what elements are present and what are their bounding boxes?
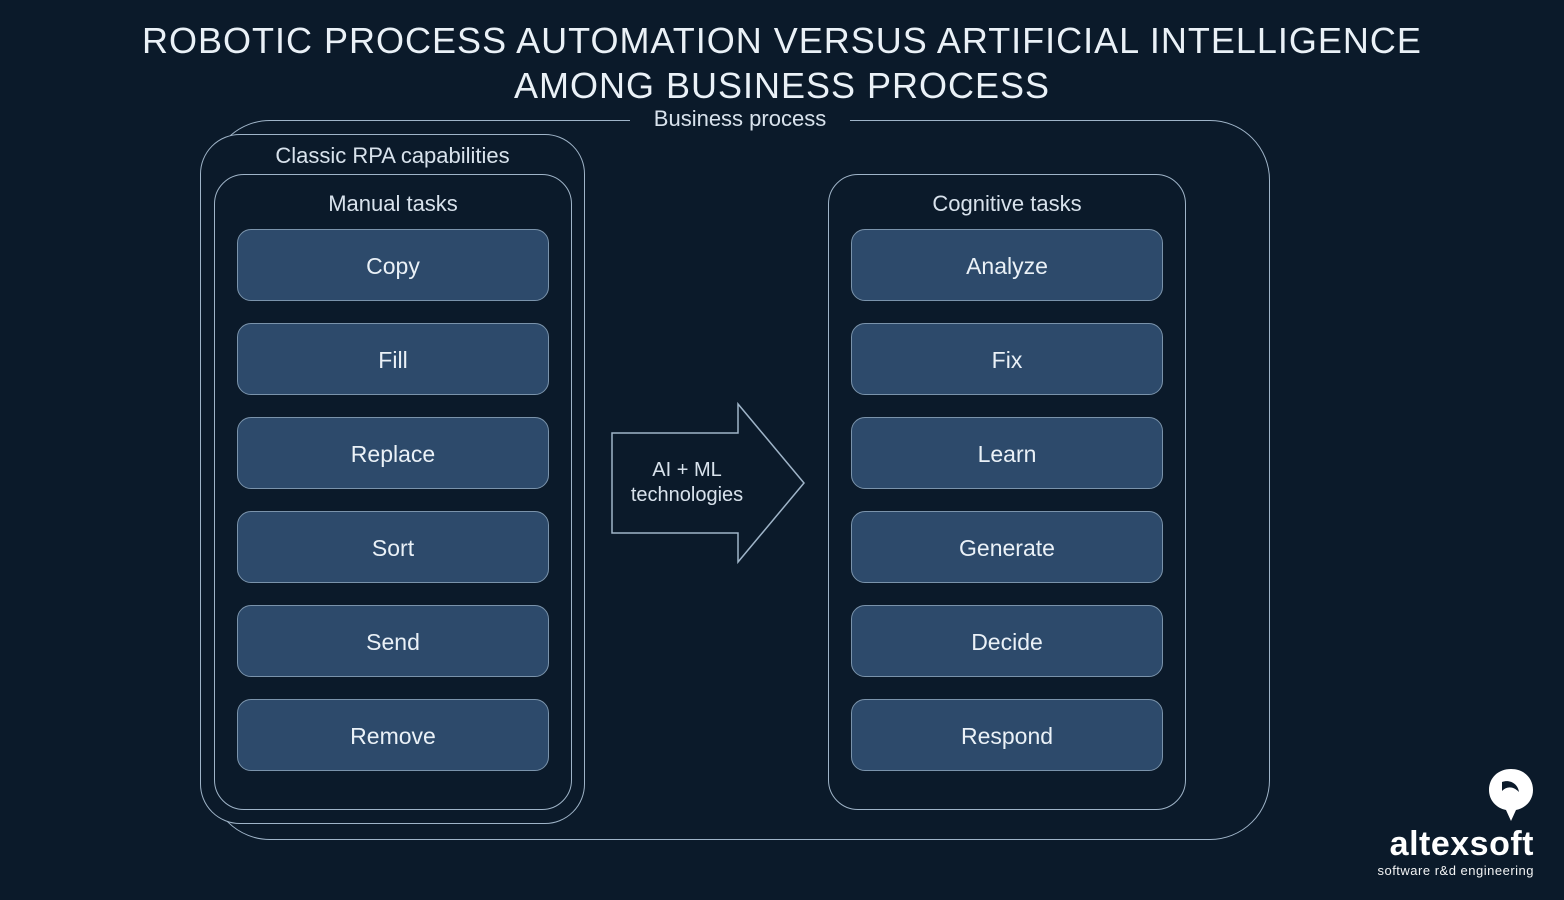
manual-task-pill: Replace (237, 417, 549, 489)
cognitive-task-pill: Analyze (851, 229, 1163, 301)
cognitive-task-pill: Fix (851, 323, 1163, 395)
manual-task-pill: Fill (237, 323, 549, 395)
business-process-label: Business process (630, 106, 850, 132)
logo-icon (1488, 769, 1534, 821)
manual-task-pill: Copy (237, 229, 549, 301)
cognitive-tasks-panel: Cognitive tasks Analyze Fix Learn Genera… (828, 174, 1186, 810)
manual-tasks-panel: Manual tasks Copy Fill Replace Sort Send… (214, 174, 572, 810)
brand-name: altexsoft (1377, 827, 1534, 861)
arrow-label: AI + ML technologies (608, 398, 758, 568)
manual-tasks-title: Manual tasks (231, 191, 555, 217)
diagram-title: ROBOTIC PROCESS AUTOMATION VERSUS ARTIFI… (0, 18, 1564, 108)
cognitive-task-pill: Decide (851, 605, 1163, 677)
cognitive-task-pill: Respond (851, 699, 1163, 771)
cognitive-task-pill: Learn (851, 417, 1163, 489)
brand-logo: altexsoft software r&d engineering (1377, 769, 1534, 878)
classic-rpa-label: Classic RPA capabilities (201, 135, 584, 169)
brand-tagline: software r&d engineering (1377, 863, 1534, 878)
arrow-block: AI + ML technologies (608, 398, 808, 568)
manual-task-pill: Send (237, 605, 549, 677)
cognitive-tasks-title: Cognitive tasks (845, 191, 1169, 217)
cognitive-task-pill: Generate (851, 511, 1163, 583)
manual-task-pill: Sort (237, 511, 549, 583)
manual-task-pill: Remove (237, 699, 549, 771)
